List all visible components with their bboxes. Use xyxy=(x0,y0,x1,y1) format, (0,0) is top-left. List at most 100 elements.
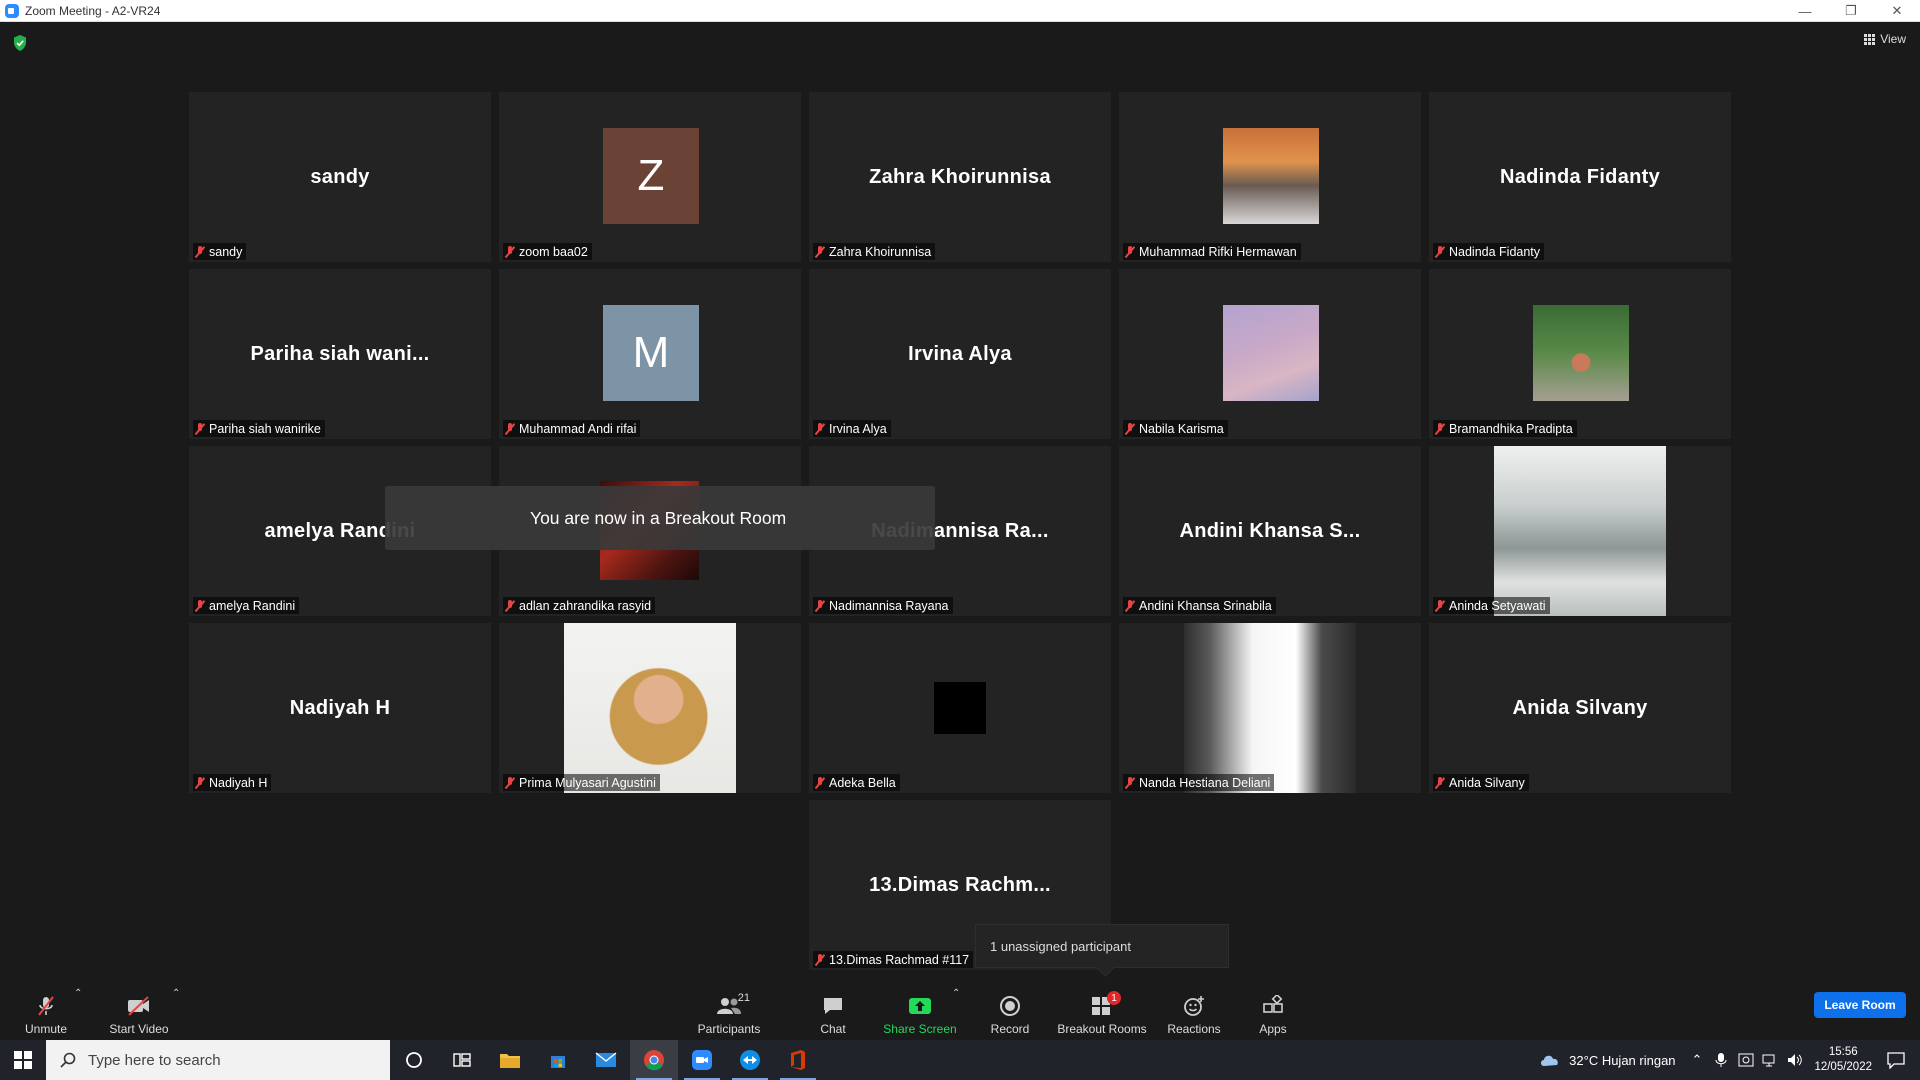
participant-name: amelya Randini xyxy=(209,598,296,613)
video-tile[interactable]: Irvina Alya Irvina Alya xyxy=(809,269,1111,439)
notification-app-icon[interactable] xyxy=(1738,1052,1754,1068)
participant-name: adlan zahrandika rasyid xyxy=(519,598,652,613)
chrome-icon[interactable] xyxy=(630,1040,678,1080)
participant-name-label: sandy xyxy=(193,243,247,260)
muted-mic-icon xyxy=(1125,599,1135,612)
participant-name: Anida Silvany xyxy=(1449,775,1525,790)
participants-label: Participants xyxy=(697,1022,761,1036)
office-icon[interactable] xyxy=(774,1040,822,1080)
task-view-icon[interactable] xyxy=(438,1040,486,1080)
teamviewer-icon[interactable] xyxy=(726,1040,774,1080)
muted-mic-icon xyxy=(1435,776,1445,789)
participant-name-label: Prima Mulyasari Agustini xyxy=(503,774,660,791)
encryption-shield-icon[interactable] xyxy=(12,34,28,52)
participants-button[interactable]: 21 Participants xyxy=(694,984,764,1036)
weather-text[interactable]: 32°C Hujan ringan xyxy=(1569,1053,1675,1068)
participant-name: Irvina Alya xyxy=(829,421,887,436)
participant-name-label: zoom baa02 xyxy=(503,243,592,260)
avatar: Z xyxy=(603,128,699,224)
volume-icon[interactable] xyxy=(1786,1052,1804,1068)
share-options-chevron-icon[interactable]: ⌃ xyxy=(952,988,960,999)
microsoft-store-icon[interactable] xyxy=(534,1040,582,1080)
profile-photo xyxy=(934,682,986,734)
breakout-badge: 1 xyxy=(1107,991,1121,1005)
record-button[interactable]: Record xyxy=(986,984,1034,1036)
chat-button[interactable]: Chat xyxy=(809,984,857,1036)
muted-mic-icon xyxy=(815,599,825,612)
video-tile[interactable]: Nanda Hestiana Deliani xyxy=(1119,623,1421,793)
video-tile[interactable]: Anida Silvany Anida Silvany xyxy=(1429,623,1731,793)
record-label: Record xyxy=(990,1022,1030,1036)
share-screen-icon xyxy=(907,994,933,1018)
reactions-label: Reactions xyxy=(1167,1022,1221,1036)
taskbar-clock[interactable]: 15:56 12/05/2022 xyxy=(1814,1045,1872,1075)
windows-start-button[interactable] xyxy=(0,1040,46,1080)
reactions-icon xyxy=(1181,994,1207,1018)
microphone-icon[interactable] xyxy=(1714,1052,1728,1068)
video-tile[interactable]: M Muhammad Andi rifai xyxy=(499,269,801,439)
profile-photo xyxy=(1223,305,1319,401)
participant-name-label: Muhammad Andi rifai xyxy=(503,420,641,437)
unmute-button[interactable]: Unmute xyxy=(22,984,70,1036)
participant-name: 13.Dimas Rachmad #117 xyxy=(829,952,970,967)
participant-display-name: sandy xyxy=(310,165,370,188)
cortana-icon[interactable] xyxy=(390,1040,438,1080)
video-tile[interactable]: Prima Mulyasari Agustini xyxy=(499,623,801,793)
video-tile[interactable]: Nadinda Fidanty Nadinda Fidanty xyxy=(1429,92,1731,262)
action-center-icon[interactable] xyxy=(1886,1051,1906,1069)
video-tile[interactable]: Aninda Setyawati xyxy=(1429,446,1731,616)
unmute-label: Unmute xyxy=(24,1022,68,1036)
participant-name-label: Nabila Karisma xyxy=(1123,420,1228,437)
mail-icon[interactable] xyxy=(582,1040,630,1080)
video-tile[interactable]: Z zoom baa02 xyxy=(499,92,801,262)
start-video-button[interactable]: Start Video xyxy=(106,984,172,1036)
chat-label: Chat xyxy=(820,1022,846,1036)
muted-mic-icon xyxy=(195,245,205,258)
video-tile[interactable]: Adeka Bella xyxy=(809,623,1111,793)
video-tile[interactable]: Bramandhika Pradipta xyxy=(1429,269,1731,439)
window-titlebar: Zoom Meeting - A2-VR24 — ❐ ✕ xyxy=(0,0,1920,22)
zoom-app-icon xyxy=(5,3,19,18)
close-icon[interactable]: ✕ xyxy=(1874,0,1920,22)
participant-name-label: Nadiyah H xyxy=(193,774,272,791)
breakout-rooms-button[interactable]: 1 Breakout Rooms xyxy=(1056,984,1148,1036)
share-screen-button[interactable]: Share Screen xyxy=(882,984,958,1036)
video-tile[interactable]: Andini Khansa S... Andini Khansa Srinabi… xyxy=(1119,446,1421,616)
apps-label: Apps xyxy=(1259,1022,1287,1036)
restore-icon[interactable]: ❐ xyxy=(1828,0,1874,22)
audio-options-chevron-icon[interactable]: ⌃ xyxy=(74,988,82,999)
minimize-icon[interactable]: — xyxy=(1782,0,1828,22)
muted-mic-icon xyxy=(195,599,205,612)
zoom-taskbar-icon[interactable] xyxy=(678,1040,726,1080)
video-tile[interactable]: Nabila Karisma xyxy=(1119,269,1421,439)
video-tile[interactable]: sandy sandy xyxy=(189,92,491,262)
network-icon[interactable] xyxy=(1762,1052,1778,1068)
search-placeholder: Type here to search xyxy=(88,1051,221,1069)
participant-name-label: Zahra Khoirunnisa xyxy=(813,243,936,260)
video-feed xyxy=(1184,623,1356,793)
video-options-chevron-icon[interactable]: ⌃ xyxy=(172,988,180,999)
apps-button[interactable]: Apps xyxy=(1249,984,1297,1036)
leave-room-button[interactable]: Leave Room xyxy=(1814,992,1906,1018)
video-tile[interactable]: Nadiyah H Nadiyah H xyxy=(189,623,491,793)
muted-mic-icon xyxy=(505,245,515,258)
video-tile[interactable]: Zahra Khoirunnisa Zahra Khoirunnisa xyxy=(809,92,1111,262)
muted-mic-icon xyxy=(815,953,825,966)
muted-mic-icon xyxy=(505,776,515,789)
file-explorer-icon[interactable] xyxy=(486,1040,534,1080)
view-button[interactable]: View xyxy=(1864,32,1906,46)
muted-mic-icon xyxy=(1125,776,1135,789)
video-tile[interactable]: Pariha siah wani... Pariha siah wanirike xyxy=(189,269,491,439)
muted-mic-icon xyxy=(505,599,515,612)
show-hidden-icons-chevron-icon[interactable]: ⌃ xyxy=(1692,1052,1703,1068)
unassigned-participant-tooltip: 1 unassigned participant xyxy=(975,924,1229,968)
video-tile[interactable]: Muhammad Rifki Hermawan xyxy=(1119,92,1421,262)
participant-name: Aninda Setyawati xyxy=(1449,598,1546,613)
muted-mic-icon xyxy=(1125,422,1135,435)
profile-photo xyxy=(1223,128,1319,224)
participant-name-label: Andini Khansa Srinabila xyxy=(1123,597,1276,614)
reactions-button[interactable]: Reactions xyxy=(1164,984,1224,1036)
weather-cloud-icon xyxy=(1541,1055,1558,1066)
taskbar-search-box[interactable]: Type here to search xyxy=(46,1040,390,1080)
participant-name-label: 13.Dimas Rachmad #117 xyxy=(813,951,974,968)
